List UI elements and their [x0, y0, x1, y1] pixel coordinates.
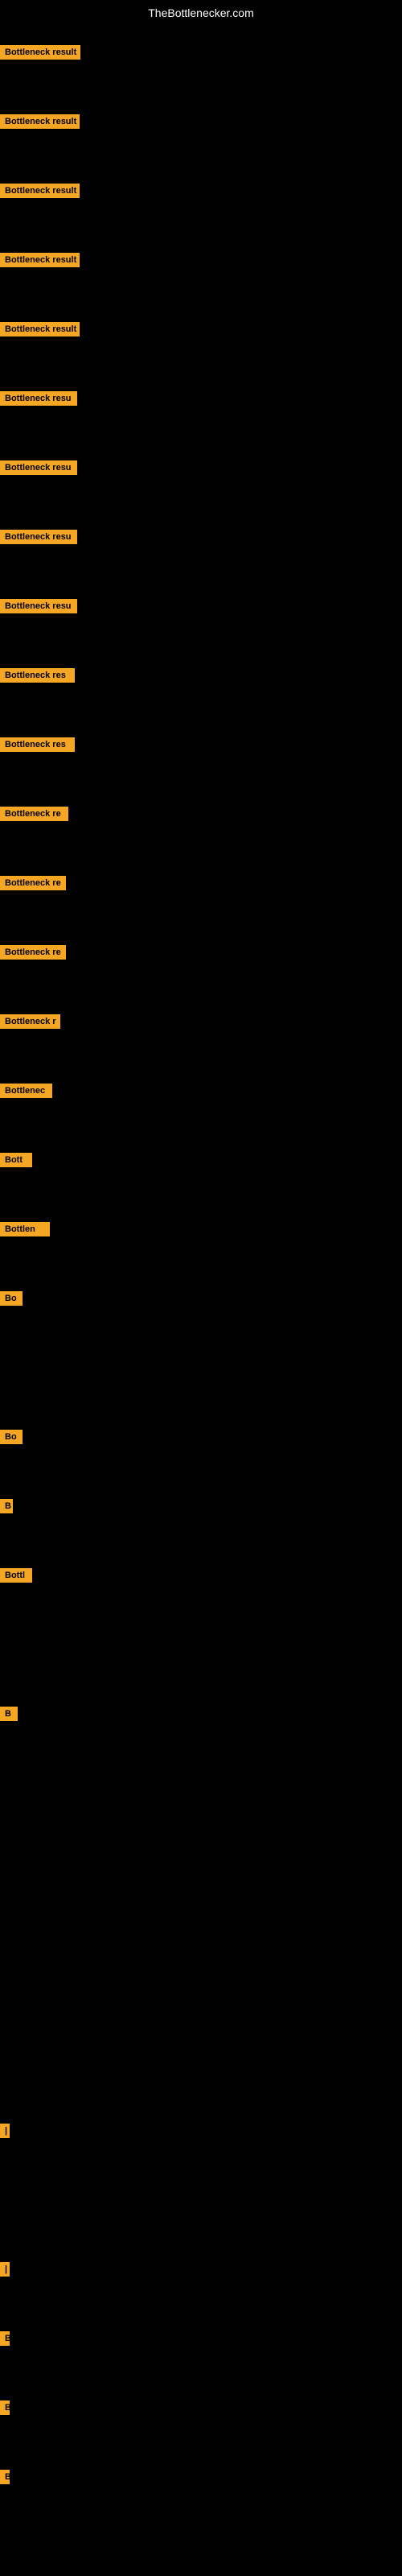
- bottleneck-badge-7: Bottleneck resu: [0, 530, 77, 544]
- bottleneck-badge-0: Bottleneck result: [0, 45, 80, 60]
- bottleneck-badge-13: Bottleneck re: [0, 945, 66, 960]
- bottleneck-badge-2: Bottleneck result: [0, 184, 80, 198]
- bottleneck-badge-22: B: [0, 1707, 18, 1721]
- bottleneck-badge-24: |: [0, 2262, 10, 2277]
- bottleneck-badge-27: B: [0, 2470, 10, 2484]
- bottleneck-badge-10: Bottleneck res: [0, 737, 75, 752]
- bottleneck-badge-17: Bottlen: [0, 1222, 50, 1236]
- bottleneck-badge-25: B: [0, 2331, 10, 2346]
- bottleneck-badge-18: Bo: [0, 1291, 23, 1306]
- bottleneck-badge-19: Bo: [0, 1430, 23, 1444]
- bottleneck-badge-20: B: [0, 1499, 13, 1513]
- bottleneck-badge-8: Bottleneck resu: [0, 599, 77, 613]
- bottleneck-badge-26: B: [0, 2401, 10, 2415]
- bottleneck-badge-23: |: [0, 2124, 10, 2138]
- bottleneck-badge-3: Bottleneck result: [0, 253, 80, 267]
- bottleneck-badge-16: Bott: [0, 1153, 32, 1167]
- bottleneck-badge-6: Bottleneck resu: [0, 460, 77, 475]
- bottleneck-badge-1: Bottleneck result: [0, 114, 80, 129]
- bottleneck-badge-9: Bottleneck res: [0, 668, 75, 683]
- bottleneck-badge-5: Bottleneck resu: [0, 391, 77, 406]
- bottleneck-badge-11: Bottleneck re: [0, 807, 68, 821]
- bottleneck-badge-14: Bottleneck r: [0, 1014, 60, 1029]
- bottleneck-badge-21: Bottl: [0, 1568, 32, 1583]
- bottleneck-badge-4: Bottleneck result: [0, 322, 80, 336]
- site-title: TheBottlenecker.com: [0, 6, 402, 19]
- bottleneck-badge-12: Bottleneck re: [0, 876, 66, 890]
- bottleneck-badge-15: Bottlenec: [0, 1084, 52, 1098]
